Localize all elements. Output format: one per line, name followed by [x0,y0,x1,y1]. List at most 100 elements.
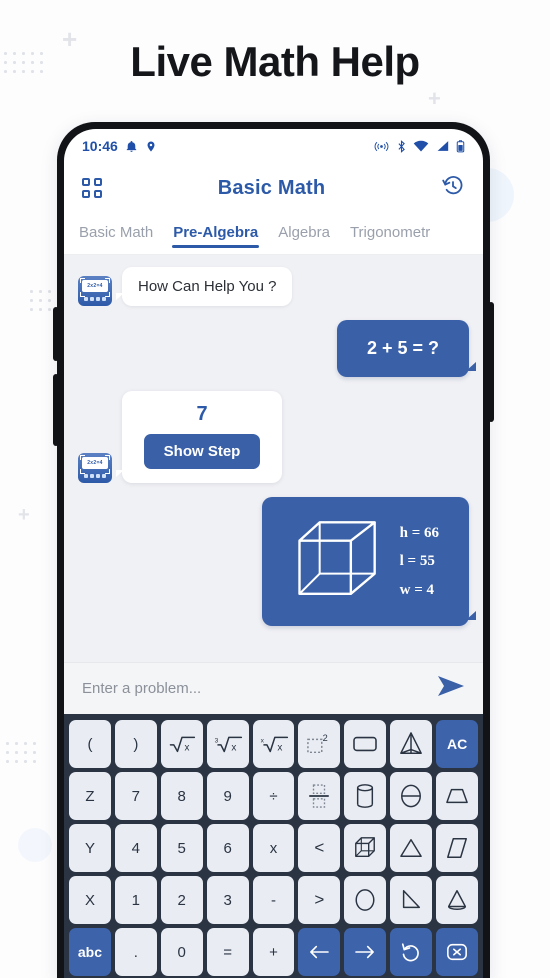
bot-avatar-calculator-icon-2: 2x2=4 [78,453,112,483]
phone-volume-button [53,307,59,361]
phone-side-button-right [488,302,494,422]
app-bar: Basic Math [64,163,483,213]
key-cursor-right[interactable] [344,928,387,976]
key-cursor-left[interactable] [298,928,341,976]
bot-avatar-calculator-icon: 2x2=4 [78,276,112,306]
key-plus[interactable]: + [252,928,295,976]
key-undo[interactable] [390,928,433,976]
bot-greeting-bubble: How Can Help You ? [115,267,293,306]
status-bar: 10:46 [64,129,483,163]
svg-text:2: 2 [323,733,328,743]
key-equals[interactable]: = [206,928,249,976]
less-than-glyph: < [314,838,325,857]
answer-value: 7 [196,403,208,425]
key-letter-x[interactable]: X [69,876,111,924]
svg-text:x: x [231,743,236,754]
tab-algebra[interactable]: Algebra [277,217,331,251]
location-pin-icon [145,140,157,153]
cellular-signal-icon [436,140,449,152]
bluetooth-icon [397,139,406,153]
message-row-cube: h = 66 l = 55 w = 4 [78,497,477,626]
key-multiply[interactable]: x [252,824,295,872]
svg-text:x: x [260,737,264,744]
history-clock-icon[interactable] [441,174,465,203]
cube-height-value: h = 66 [399,524,439,541]
deco-plus-2: + [428,86,441,111]
key-rectangle-shape[interactable] [344,720,387,768]
key-trapezoid-shape[interactable] [436,772,479,820]
key-digit-9[interactable]: 9 [206,772,249,820]
key-right-triangle-shape[interactable] [390,876,433,924]
status-time: 10:46 [82,138,118,154]
tab-trigonometry[interactable]: Trigonometr [349,217,431,251]
deco-dots-3 [6,742,42,769]
message-row-greeting: 2x2=4 How Can Help You ? [78,267,469,306]
problem-input[interactable] [82,680,437,697]
key-power-two[interactable]: 2 [298,720,341,768]
key-minus[interactable]: - [252,876,295,924]
key-backspace[interactable] [436,928,479,976]
user-question-bubble: 2 + 5 = ? [336,320,477,377]
tab-basic-math[interactable]: Basic Math [78,217,154,251]
hotspot-icon [373,140,390,153]
cube-length-value: l = 55 [399,553,435,570]
key-triangle-shape[interactable] [390,824,433,872]
grid-menu-icon[interactable] [82,178,102,198]
keyboard-row-3: Y 4 5 6 x < [69,824,479,872]
send-arrow-icon[interactable] [437,675,465,702]
page-title: Live Math Help [130,38,420,85]
tab-pre-algebra[interactable]: Pre-Algebra [172,217,260,251]
key-cone-shape[interactable] [436,876,479,924]
key-less-than[interactable]: < [298,824,341,872]
key-digit-3[interactable]: 3 [206,876,249,924]
deco-plus-3: + [18,504,30,526]
key-sphere-shape[interactable] [390,772,433,820]
key-digit-7[interactable]: 7 [114,772,157,820]
key-cube-root[interactable]: 3 x [206,720,249,768]
key-letter-z[interactable]: Z [69,772,111,820]
key-nth-root[interactable]: x x [252,720,295,768]
key-digit-5[interactable]: 5 [160,824,203,872]
key-digit-8[interactable]: 8 [160,772,203,820]
keyboard-row-5: abc . 0 = + [69,928,479,976]
problem-input-bar [64,662,483,714]
key-paren-open[interactable]: ( [69,720,111,768]
key-cylinder-shape[interactable] [344,772,387,820]
cube-width-value: w = 4 [399,581,434,598]
category-tabs: Basic Math Pre-Algebra Algebra Trigonome… [64,213,483,255]
cube-wireframe-icon [292,515,384,608]
app-title: Basic Math [217,176,326,199]
key-pyramid-shape[interactable] [390,720,433,768]
deco-blob-left [18,828,52,862]
cube-dimensions: h = 66 l = 55 w = 4 [400,519,439,605]
key-letter-y[interactable]: Y [69,824,111,872]
key-digit-2[interactable]: 2 [160,876,203,924]
key-fraction[interactable] [298,772,341,820]
bell-icon [125,140,138,153]
wifi-icon [413,140,429,152]
key-square-root[interactable]: x [160,720,203,768]
chat-area: 2x2=4 How Can Help You ? 2 + 5 = ? 2x2=4 [64,255,483,662]
answer-card: 7 Show Step [116,391,282,483]
message-row-answer: 2x2=4 7 Show Step [78,391,469,483]
key-decimal-point[interactable]: . [114,928,157,976]
keyboard-row-4: X 1 2 3 - > [69,876,479,924]
key-digit-6[interactable]: 6 [206,824,249,872]
key-all-clear[interactable]: AC [436,720,479,768]
key-circle-shape[interactable] [344,876,387,924]
phone-mockup: 10:46 Basic Math Basic Math Pre-Algebra … [53,122,494,978]
key-parallelogram-shape[interactable] [436,824,479,872]
key-greater-than[interactable]: > [298,876,341,924]
svg-text:x: x [184,743,189,754]
key-digit-0[interactable]: 0 [160,928,203,976]
key-digit-1[interactable]: 1 [114,876,157,924]
show-step-button[interactable]: Show Step [144,434,260,469]
svg-text:3: 3 [214,737,218,744]
key-cube-shape[interactable] [344,824,387,872]
key-abc-toggle[interactable]: abc [69,928,111,976]
message-row-question: 2 + 5 = ? [78,320,477,377]
key-paren-close[interactable]: ) [114,720,157,768]
battery-icon [456,139,465,153]
key-divide[interactable]: ÷ [252,772,295,820]
key-digit-4[interactable]: 4 [114,824,157,872]
